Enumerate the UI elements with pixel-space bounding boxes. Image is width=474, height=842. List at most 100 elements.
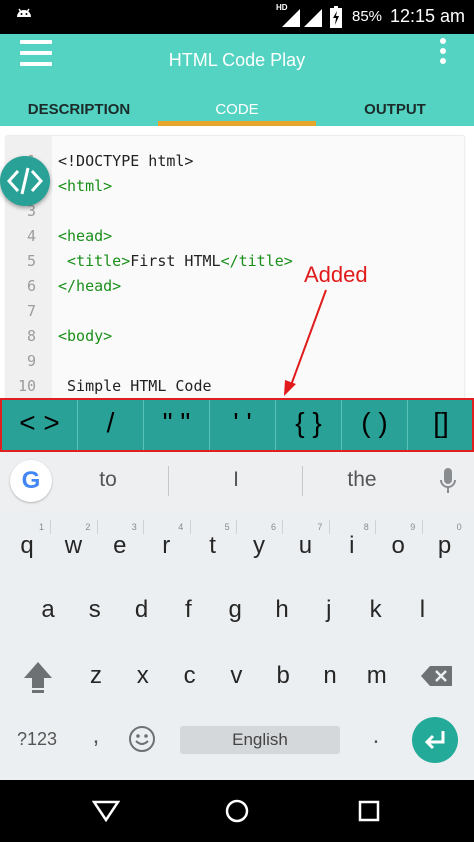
- code-editor[interactable]: 1<!DOCTYPE html>2<html>34 <head> 5 <title>…: [0, 126, 474, 398]
- key-g[interactable]: g: [215, 596, 255, 624]
- suggestion-divider: [302, 466, 303, 496]
- code-text: <html>: [58, 177, 113, 195]
- code-line[interactable]: 8 <body>: [6, 327, 466, 352]
- key-divider: [282, 520, 284, 534]
- key-m[interactable]: m: [357, 662, 397, 690]
- code-line[interactable]: 9: [6, 352, 466, 377]
- key-f[interactable]: f: [168, 596, 208, 624]
- tab-output[interactable]: OUTPUT: [316, 90, 474, 126]
- tab-description[interactable]: DESCRIPTION: [0, 90, 158, 126]
- code-line[interactable]: 2<html>: [6, 177, 466, 202]
- key-hint-number: 3: [131, 522, 137, 532]
- navigation-bar: [0, 780, 474, 842]
- app-bar: HTML Code Play DESCRIPTION CODE OUTPUT: [0, 34, 474, 126]
- symbol-key[interactable]: []: [408, 400, 474, 450]
- code-line[interactable]: 4 <head>: [6, 227, 466, 252]
- key-hint-number: 9: [410, 522, 416, 532]
- key-p[interactable]: p: [425, 532, 465, 560]
- line-number: 5: [26, 252, 36, 270]
- recents-icon[interactable]: [358, 800, 380, 822]
- clock: 12:15 am: [390, 6, 466, 26]
- code-line[interactable]: 6 </head>: [6, 277, 466, 302]
- key-s[interactable]: s: [75, 596, 115, 624]
- comma-key[interactable]: ,: [76, 722, 116, 750]
- key-hint-number: 2: [85, 522, 91, 532]
- enter-icon: [424, 731, 445, 750]
- space-bar[interactable]: English: [180, 726, 340, 754]
- symbol-key[interactable]: { }: [276, 400, 342, 450]
- key-e[interactable]: e: [100, 532, 140, 560]
- backspace-icon[interactable]: [420, 664, 454, 688]
- key-i[interactable]: i: [332, 532, 372, 560]
- code-text: <body>: [58, 327, 113, 345]
- code-brackets-icon: [7, 167, 43, 195]
- key-z[interactable]: z: [76, 662, 116, 690]
- key-divider: [236, 520, 237, 534]
- code-line[interactable]: 1<!DOCTYPE html>: [6, 152, 466, 177]
- key-n[interactable]: n: [310, 662, 350, 690]
- key-k[interactable]: k: [356, 596, 396, 624]
- google-logo-icon[interactable]: G: [10, 460, 52, 502]
- code-line[interactable]: 7: [6, 302, 466, 327]
- code-line[interactable]: 3: [6, 202, 466, 227]
- home-icon[interactable]: [224, 798, 250, 824]
- overflow-menu-icon[interactable]: [440, 38, 448, 66]
- key-divider: [328, 520, 330, 534]
- key-hint-number: 6: [271, 522, 277, 532]
- code-text: <!DOCTYPE html>: [58, 152, 194, 170]
- key-y[interactable]: y: [239, 532, 279, 560]
- line-number: 7: [26, 302, 36, 320]
- symbols-key[interactable]: ?123: [12, 729, 62, 750]
- key-l[interactable]: l: [402, 596, 442, 624]
- emoji-icon[interactable]: [128, 725, 156, 753]
- suggestion-strip: G to I the: [0, 452, 474, 510]
- app-title: HTML Code Play: [168, 50, 306, 70]
- code-text: </head>: [58, 277, 122, 295]
- suggestion-3[interactable]: the: [312, 468, 412, 492]
- symbol-key[interactable]: /: [78, 400, 144, 450]
- back-icon[interactable]: [92, 800, 120, 822]
- key-u[interactable]: u: [285, 532, 325, 560]
- key-t[interactable]: t: [193, 532, 233, 560]
- key-hint-number: 5: [224, 522, 230, 532]
- key-j[interactable]: j: [309, 596, 349, 624]
- key-hint-number: 8: [363, 522, 369, 532]
- key-w[interactable]: w: [53, 532, 93, 560]
- period-key[interactable]: .: [356, 722, 396, 750]
- key-a[interactable]: a: [28, 596, 68, 624]
- key-v[interactable]: v: [216, 662, 256, 690]
- suggestion-divider: [168, 466, 169, 496]
- key-q[interactable]: q: [7, 532, 47, 560]
- suggestion-2[interactable]: I: [186, 468, 286, 492]
- suggestion-1[interactable]: to: [58, 468, 158, 492]
- key-hint-number: 4: [178, 522, 184, 532]
- key-divider: [421, 520, 423, 534]
- key-divider: [143, 520, 145, 534]
- key-h[interactable]: h: [262, 596, 302, 624]
- line-number: 6: [26, 277, 36, 295]
- android-icon: [17, 8, 31, 17]
- battery-charging-icon: [330, 6, 342, 28]
- mic-icon[interactable]: [438, 466, 458, 496]
- symbol-key[interactable]: " ": [144, 400, 210, 450]
- key-c[interactable]: c: [170, 662, 210, 690]
- symbol-key[interactable]: ' ': [210, 400, 276, 450]
- line-number: 10: [17, 377, 36, 395]
- key-d[interactable]: d: [122, 596, 162, 624]
- code-line[interactable]: 10 Simple HTML Code: [6, 377, 466, 398]
- enter-button[interactable]: [412, 717, 458, 763]
- line-number: 8: [26, 327, 36, 345]
- key-b[interactable]: b: [263, 662, 303, 690]
- key-x[interactable]: x: [123, 662, 163, 690]
- symbol-key[interactable]: ( ): [342, 400, 408, 450]
- symbol-shortcut-bar: < > / " " ' '{ }( )[]: [0, 398, 474, 452]
- code-line[interactable]: 5 <title>First HTML</title>: [6, 252, 466, 277]
- code-fab-button[interactable]: [0, 156, 50, 206]
- key-divider: [96, 520, 98, 534]
- symbol-key[interactable]: < >: [2, 400, 78, 450]
- line-number: 9: [26, 352, 36, 370]
- key-r[interactable]: r: [146, 532, 186, 560]
- signal-icon: [282, 9, 300, 27]
- key-o[interactable]: o: [378, 532, 418, 560]
- shift-icon[interactable]: [22, 660, 54, 694]
